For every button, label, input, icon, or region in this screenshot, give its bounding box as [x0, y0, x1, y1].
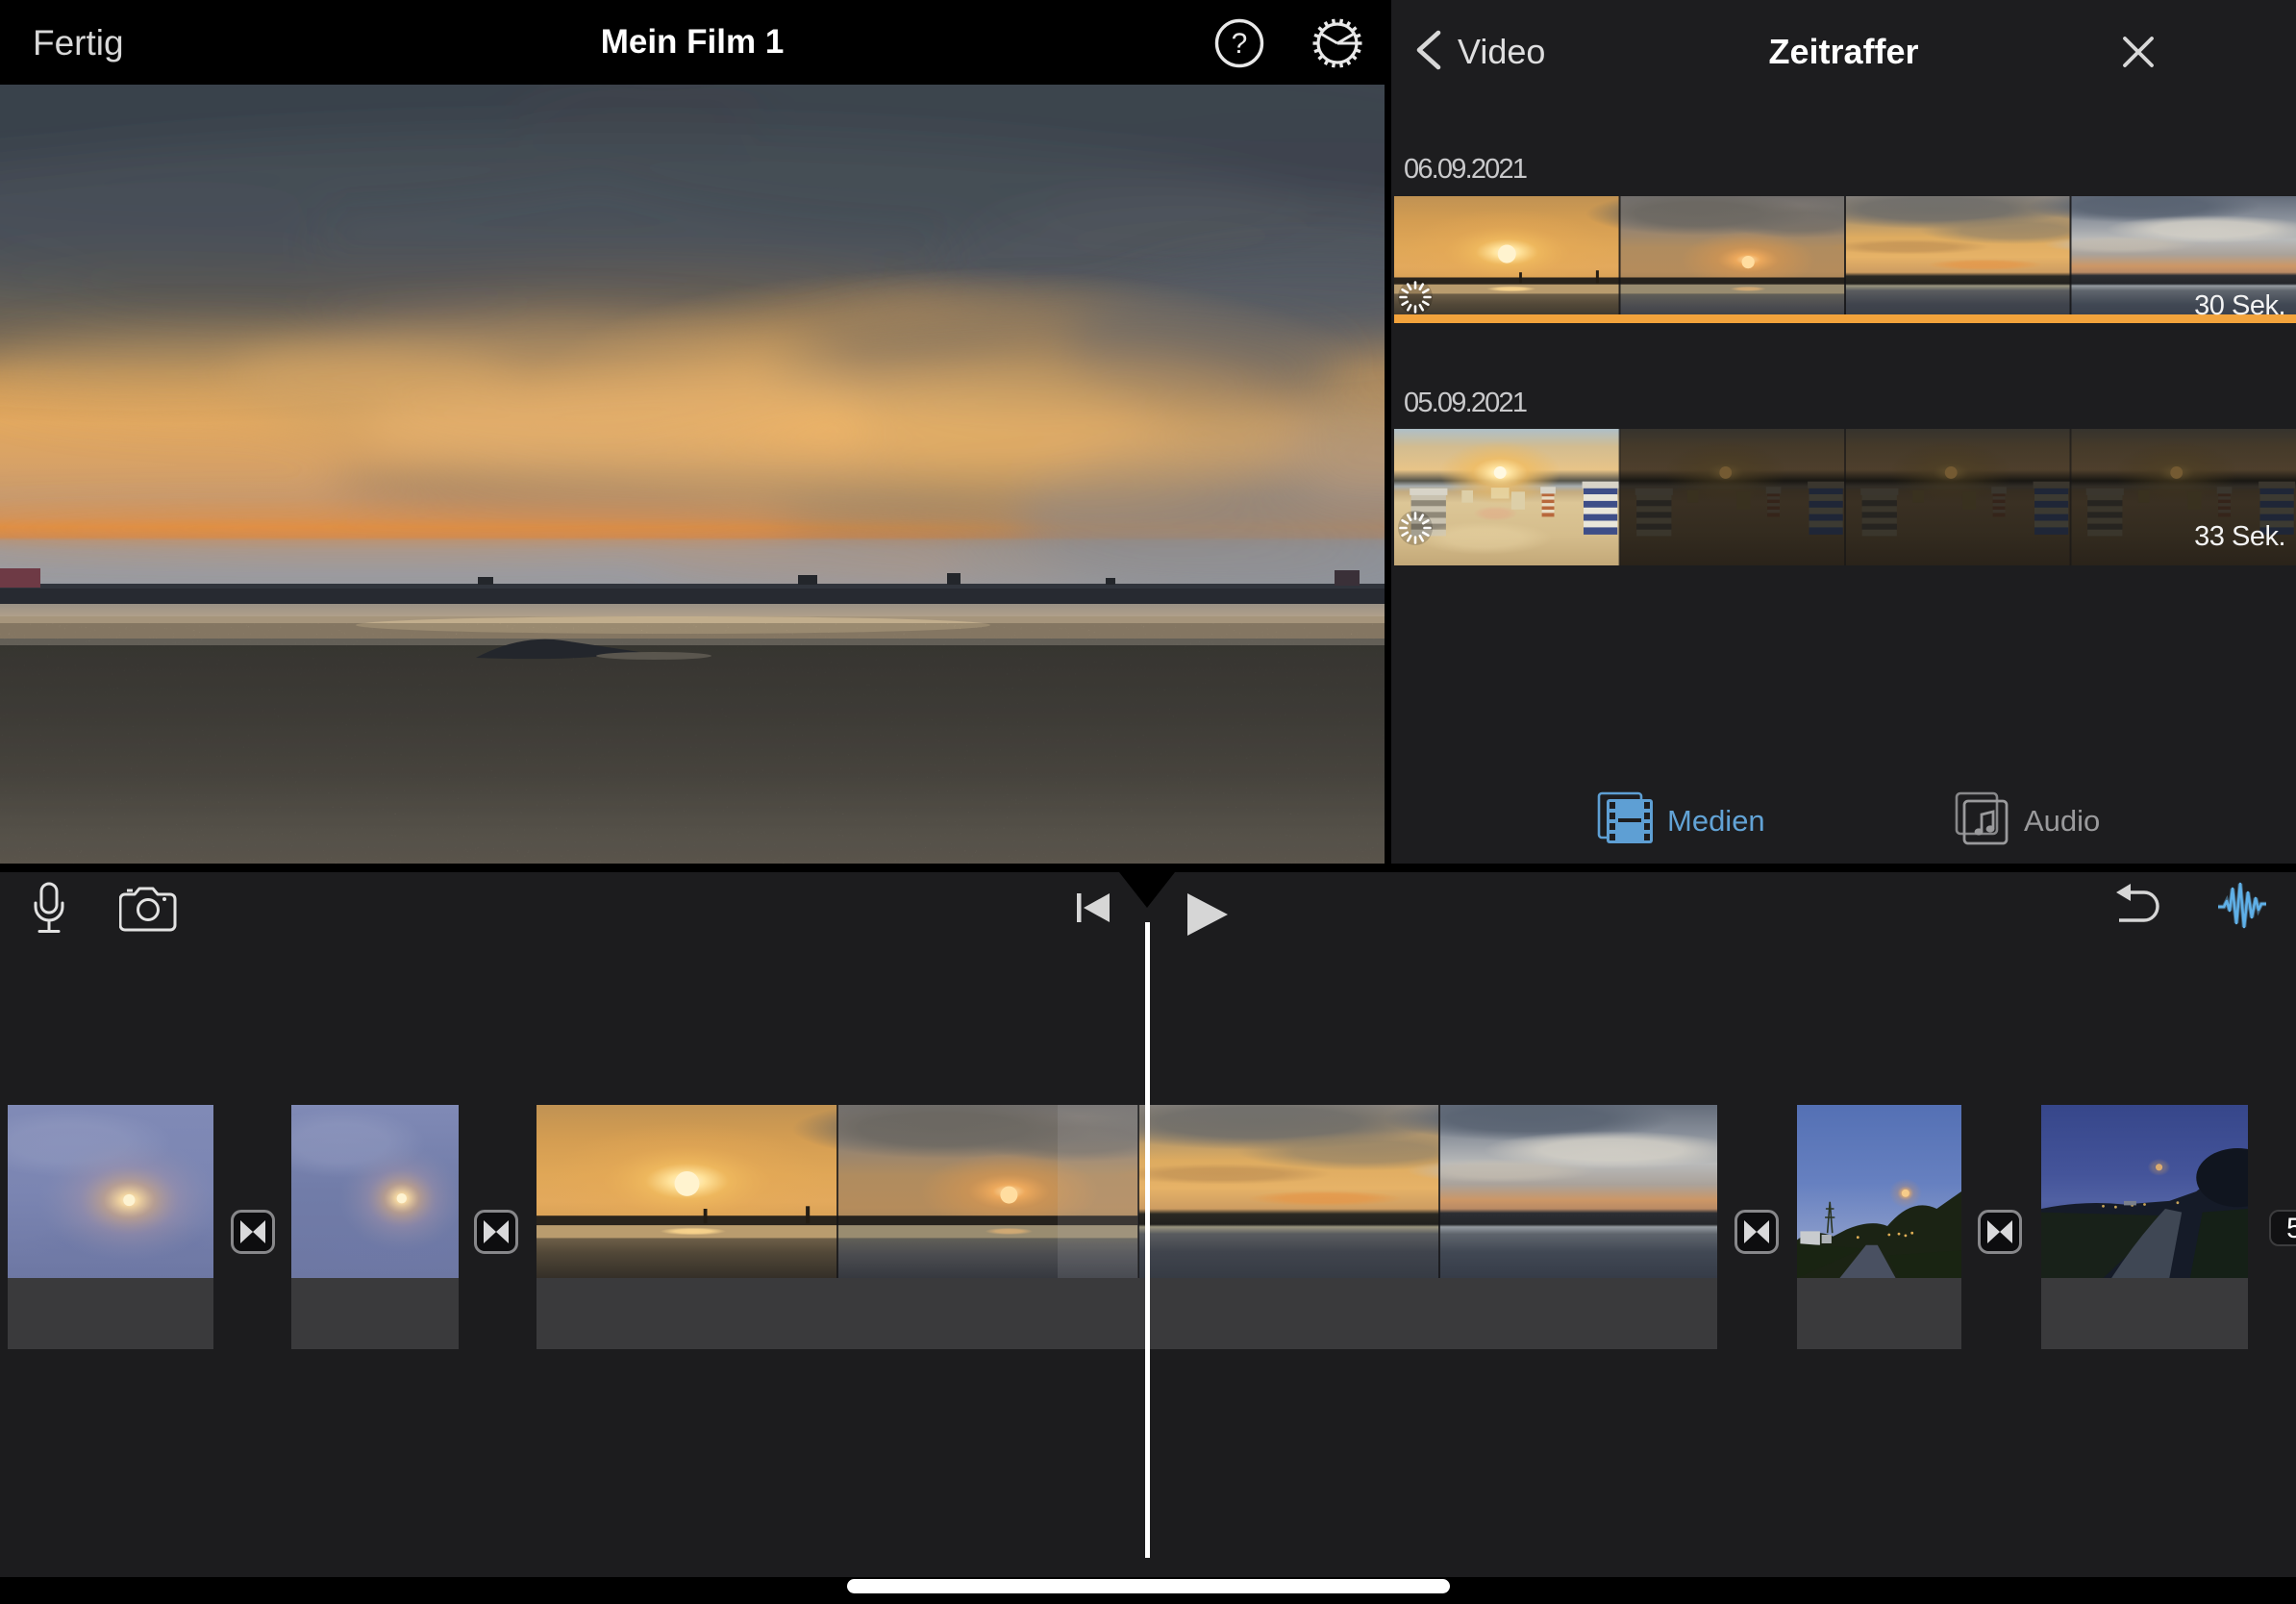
svg-text:?: ?	[1232, 28, 1248, 60]
